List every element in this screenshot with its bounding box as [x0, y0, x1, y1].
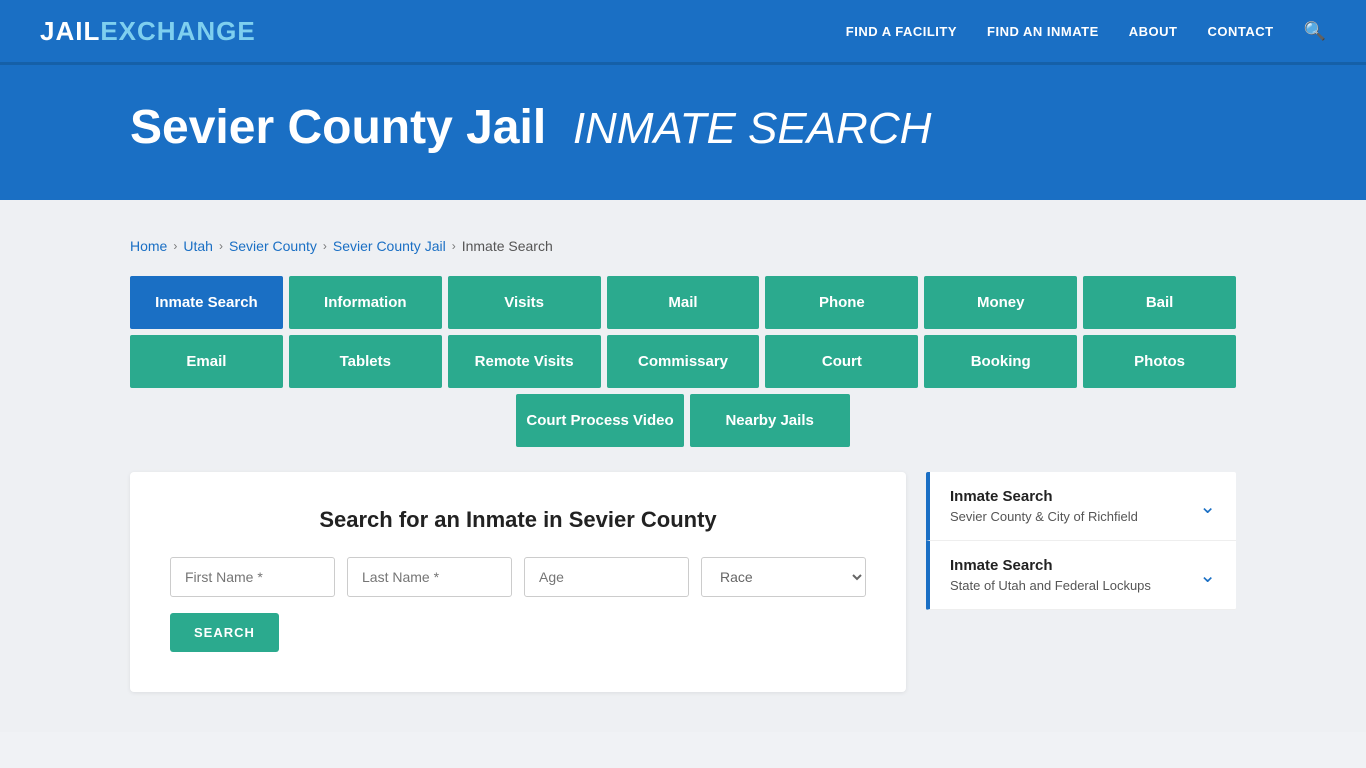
tabs-container: Inmate Search Information Visits Mail Ph… — [130, 276, 1236, 447]
breadcrumb-sep-3: › — [323, 239, 327, 253]
title-italic: INMATE SEARCH — [573, 104, 932, 153]
tab-information[interactable]: Information — [289, 276, 442, 329]
last-name-input[interactable] — [347, 557, 512, 597]
tab-court-process-video[interactable]: Court Process Video — [516, 394, 683, 447]
tabs-row-2: Email Tablets Remote Visits Commissary C… — [130, 335, 1236, 388]
tab-visits[interactable]: Visits — [448, 276, 601, 329]
tab-mail[interactable]: Mail — [607, 276, 760, 329]
breadcrumb: Home › Utah › Sevier County › Sevier Cou… — [130, 220, 1236, 276]
breadcrumb-utah[interactable]: Utah — [183, 238, 213, 254]
nav-about[interactable]: ABOUT — [1129, 24, 1178, 39]
sidebar-card-sub-utah: State of Utah and Federal Lockups — [950, 578, 1151, 593]
hero-banner: Sevier County Jail INMATE SEARCH — [0, 65, 1366, 200]
tabs-row-1: Inmate Search Information Visits Mail Ph… — [130, 276, 1236, 329]
breadcrumb-sevier-county[interactable]: Sevier County — [229, 238, 317, 254]
search-button[interactable]: SEARCH — [170, 613, 279, 652]
race-select[interactable]: Race White Black Hispanic Asian Other — [701, 557, 866, 597]
logo[interactable]: JAILEXCHANGE — [40, 16, 256, 47]
sidebar-card-text-sevier: Inmate Search Sevier County & City of Ri… — [950, 488, 1138, 524]
content-row: Search for an Inmate in Sevier County Ra… — [130, 472, 1236, 692]
tab-bail[interactable]: Bail — [1083, 276, 1236, 329]
sidebar-card-title-utah: Inmate Search — [950, 557, 1151, 574]
sidebar-card-text-utah: Inmate Search State of Utah and Federal … — [950, 557, 1151, 593]
tab-money[interactable]: Money — [924, 276, 1077, 329]
tab-remote-visits[interactable]: Remote Visits — [448, 335, 601, 388]
nav-find-inmate[interactable]: FIND AN INMATE — [987, 24, 1099, 39]
nav: FIND A FACILITY FIND AN INMATE ABOUT CON… — [846, 21, 1326, 42]
tab-nearby-jails[interactable]: Nearby Jails — [690, 394, 850, 447]
main-area: Home › Utah › Sevier County › Sevier Cou… — [0, 200, 1366, 732]
breadcrumb-home[interactable]: Home — [130, 238, 167, 254]
age-input[interactable] — [524, 557, 689, 597]
breadcrumb-current: Inmate Search — [462, 238, 553, 254]
tab-photos[interactable]: Photos — [1083, 335, 1236, 388]
title-main: Sevier County Jail — [130, 101, 546, 154]
tabs-row-3: Court Process Video Nearby Jails — [130, 394, 1236, 447]
search-title: Search for an Inmate in Sevier County — [170, 507, 866, 533]
logo-exchange: EXCHANGE — [100, 16, 255, 46]
breadcrumb-sep-1: › — [173, 239, 177, 253]
first-name-input[interactable] — [170, 557, 335, 597]
search-fields: Race White Black Hispanic Asian Other — [170, 557, 866, 597]
tab-phone[interactable]: Phone — [765, 276, 918, 329]
tab-inmate-search[interactable]: Inmate Search — [130, 276, 283, 329]
logo-jail: JAIL — [40, 16, 100, 46]
sidebar-card-utah[interactable]: Inmate Search State of Utah and Federal … — [926, 541, 1236, 610]
chevron-icon-utah: ⌄ — [1199, 563, 1216, 588]
search-icon[interactable]: 🔍 — [1304, 21, 1326, 42]
header: JAILEXCHANGE FIND A FACILITY FIND AN INM… — [0, 0, 1366, 65]
nav-find-facility[interactable]: FIND A FACILITY — [846, 24, 957, 39]
sidebar-card-sub-sevier: Sevier County & City of Richfield — [950, 509, 1138, 524]
sidebar: Inmate Search Sevier County & City of Ri… — [926, 472, 1236, 610]
tab-booking[interactable]: Booking — [924, 335, 1077, 388]
page-title: Sevier County Jail INMATE SEARCH — [130, 100, 1236, 155]
search-panel: Search for an Inmate in Sevier County Ra… — [130, 472, 906, 692]
tab-court[interactable]: Court — [765, 335, 918, 388]
tab-commissary[interactable]: Commissary — [607, 335, 760, 388]
breadcrumb-jail[interactable]: Sevier County Jail — [333, 238, 446, 254]
breadcrumb-sep-4: › — [452, 239, 456, 253]
sidebar-card-title-sevier: Inmate Search — [950, 488, 1138, 505]
breadcrumb-sep-2: › — [219, 239, 223, 253]
chevron-icon-sevier: ⌄ — [1199, 494, 1216, 519]
tab-email[interactable]: Email — [130, 335, 283, 388]
tab-tablets[interactable]: Tablets — [289, 335, 442, 388]
sidebar-card-sevier[interactable]: Inmate Search Sevier County & City of Ri… — [926, 472, 1236, 541]
nav-contact[interactable]: CONTACT — [1207, 24, 1273, 39]
